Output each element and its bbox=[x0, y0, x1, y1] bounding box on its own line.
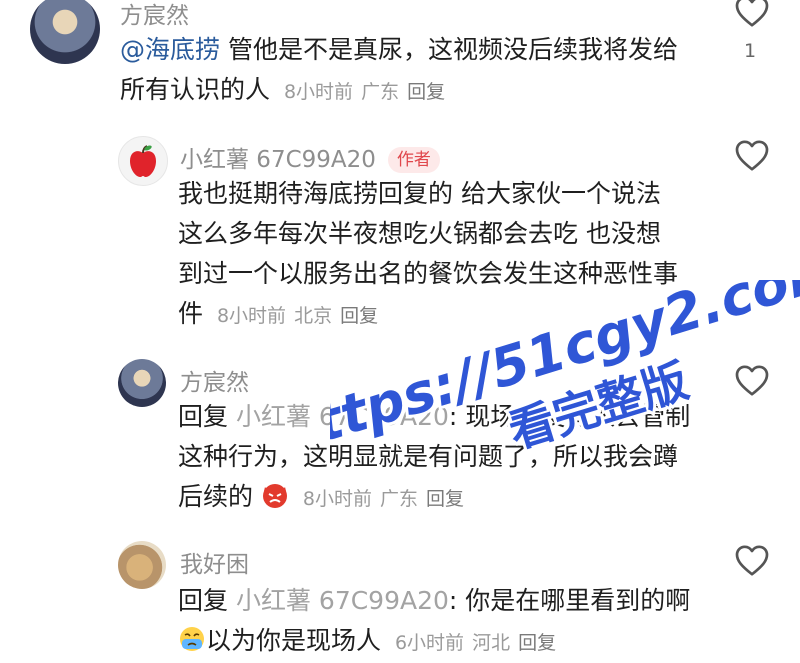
comment-meta: 6小时前 河北 回复 bbox=[395, 632, 564, 654]
reply-button[interactable]: 回复 bbox=[518, 632, 556, 654]
mention-link[interactable]: @海底捞 bbox=[120, 35, 220, 64]
author-badge: 作者 bbox=[387, 147, 440, 173]
comment-text: 我也挺期待海底捞回复的 给大家伙一个说法这么多年每次半夜想吃火锅都会去吃 也没想… bbox=[178, 174, 683, 336]
reply-button[interactable]: 回复 bbox=[407, 81, 445, 103]
username-text: 小红薯 67C99A20 bbox=[180, 147, 376, 173]
avatar[interactable] bbox=[118, 359, 166, 407]
timestamp: 8小时前 bbox=[283, 81, 354, 103]
timestamp: 8小时前 bbox=[216, 305, 287, 327]
comment-text: 回复 小红薯 67C99A20: 你是在哪里看到的啊 以为你是现场人 6小时前河… bbox=[178, 581, 698, 663]
avatar[interactable] bbox=[118, 541, 166, 589]
apple-icon bbox=[130, 145, 156, 177]
comment-meta: 8小时前 广东 回复 bbox=[303, 488, 472, 510]
avatar[interactable] bbox=[30, 0, 100, 64]
location: 河北 bbox=[472, 632, 511, 654]
reply-button[interactable]: 回复 bbox=[340, 305, 378, 327]
comment-text: 回复 小红薯 67C99A20: 现场也没有人去管制这种行为，这明显就是有问题了… bbox=[178, 397, 698, 519]
username[interactable]: 方宸然 bbox=[120, 0, 189, 30]
reply-to-user[interactable]: 小红薯 67C99A20 bbox=[236, 402, 449, 431]
timestamp: 6小时前 bbox=[394, 632, 465, 654]
heart-outline-icon[interactable] bbox=[734, 543, 770, 577]
comment-item: 小红薯 67C99A20 作者 我也挺期待海底捞回复的 给大家伙一个说法这么多年每… bbox=[0, 130, 800, 340]
like-count: 1 bbox=[744, 40, 757, 62]
crying-emoji bbox=[180, 627, 204, 651]
comment-meta: 8小时前 广东 回复 bbox=[284, 81, 453, 103]
angry-devil-emoji bbox=[262, 484, 287, 508]
heart-outline-icon[interactable] bbox=[734, 363, 770, 397]
reply-prefix: 回复 bbox=[178, 402, 229, 431]
username[interactable]: 我好困 bbox=[180, 545, 249, 579]
comment-item: 方宸然 回复 小红薯 67C99A20: 现场也没有人去管制这种行为，这明显就是… bbox=[0, 355, 800, 525]
location: 北京 bbox=[294, 305, 333, 327]
reply-prefix: 回复 bbox=[178, 586, 229, 615]
comment-body: : 你是在哪里看到的啊 bbox=[448, 586, 691, 615]
location: 广东 bbox=[380, 488, 419, 510]
reply-button[interactable]: 回复 bbox=[426, 488, 464, 510]
reply-to-user[interactable]: 小红薯 67C99A20 bbox=[236, 586, 449, 615]
heart-outline-icon[interactable] bbox=[734, 138, 770, 172]
comment-item: 我好困 回复 小红薯 67C99A20: 你是在哪里看到的啊 以为你是现场人 6… bbox=[0, 535, 800, 655]
comment-text: @海底捞 管他是不是真尿，这视频没后续我将发给所有认识的人 8小时前 广东 回复 bbox=[120, 30, 690, 112]
comment-item: 方宸然 @海底捞 管他是不是真尿，这视频没后续我将发给所有认识的人 8小时前 广东… bbox=[0, 0, 800, 125]
comment-meta: 8小时前 北京 回复 bbox=[217, 305, 386, 327]
comment-body-line2: 以为你是现场人 bbox=[206, 626, 382, 655]
avatar[interactable] bbox=[118, 136, 168, 186]
username[interactable]: 小红薯 67C99A20 作者 bbox=[180, 140, 440, 174]
location: 广东 bbox=[361, 81, 400, 103]
heart-outline-icon[interactable] bbox=[734, 0, 770, 28]
timestamp: 8小时前 bbox=[302, 488, 373, 510]
username[interactable]: 方宸然 bbox=[180, 363, 249, 397]
